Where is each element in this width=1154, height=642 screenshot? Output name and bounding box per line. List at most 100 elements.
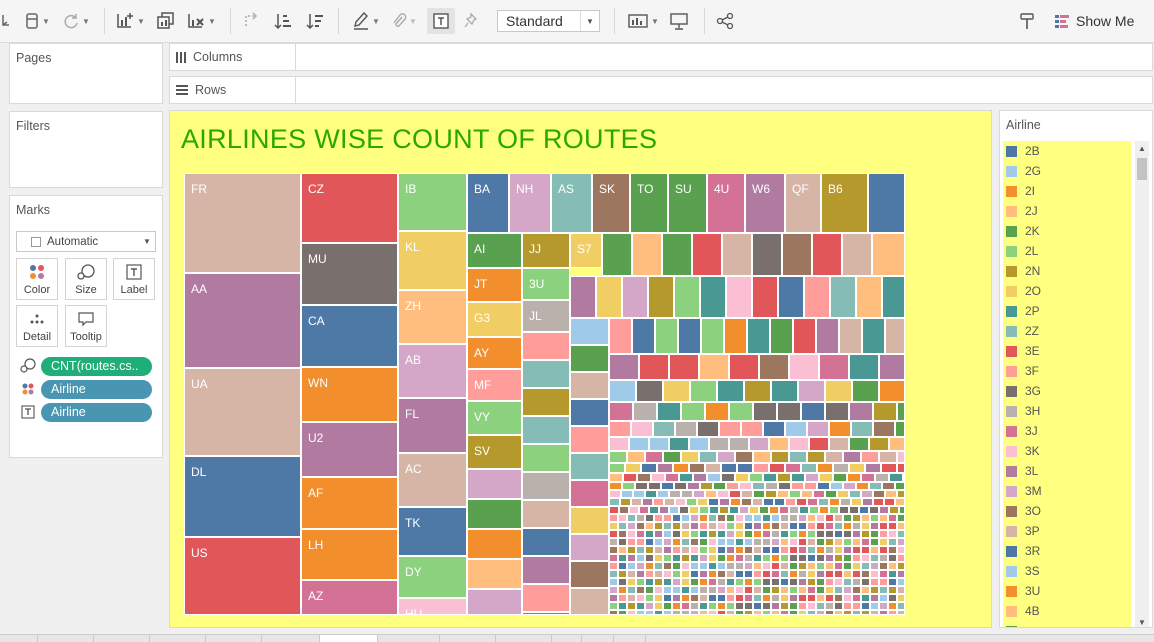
treemap-tile[interactable]	[663, 578, 672, 586]
treemap-tile[interactable]: S7	[570, 233, 602, 268]
treemap-tile[interactable]	[708, 514, 717, 522]
treemap-tile[interactable]	[849, 402, 873, 421]
treemap-tile[interactable]	[659, 506, 669, 514]
treemap-tile[interactable]	[759, 506, 769, 514]
treemap-tile[interactable]	[709, 506, 719, 514]
treemap-tile[interactable]	[888, 546, 897, 554]
treemap-tile[interactable]	[789, 437, 809, 451]
treemap-tile[interactable]	[681, 451, 699, 463]
treemap-tile[interactable]	[609, 451, 627, 463]
treemap-tile[interactable]	[816, 546, 825, 554]
treemap-tile[interactable]	[825, 546, 834, 554]
treemap-tile[interactable]	[753, 562, 762, 570]
treemap-tile[interactable]	[467, 529, 522, 559]
legend-item[interactable]: 2B	[1006, 142, 1040, 160]
treemap-tile[interactable]	[753, 594, 762, 602]
treemap-tile[interactable]	[801, 402, 825, 421]
treemap-tile[interactable]	[829, 421, 851, 437]
treemap-tile[interactable]	[851, 421, 873, 437]
treemap-tile[interactable]	[681, 530, 690, 538]
treemap-tile[interactable]	[622, 482, 635, 490]
treemap-tile[interactable]	[870, 610, 879, 615]
treemap-tile[interactable]	[735, 570, 744, 578]
treemap-tile[interactable]	[789, 522, 798, 530]
treemap-tile[interactable]	[834, 562, 843, 570]
treemap-tile[interactable]	[888, 522, 897, 530]
treemap-tile[interactable]	[825, 570, 834, 578]
treemap-tile[interactable]	[762, 610, 771, 615]
treemap-tile[interactable]: LH	[301, 529, 398, 580]
treemap-tile[interactable]	[744, 530, 753, 538]
label-button[interactable]: Label	[113, 258, 155, 300]
treemap-tile[interactable]	[789, 570, 798, 578]
treemap-tile[interactable]	[829, 437, 849, 451]
treemap-tile[interactable]	[672, 602, 681, 610]
treemap-tile[interactable]	[690, 578, 699, 586]
treemap-tile[interactable]: ZH	[398, 290, 467, 344]
treemap-tile[interactable]	[627, 546, 636, 554]
treemap-tile[interactable]	[771, 586, 780, 594]
treemap-tile[interactable]	[852, 554, 861, 562]
treemap-tile[interactable]: IB	[398, 173, 467, 231]
treemap-tile[interactable]	[870, 522, 879, 530]
treemap-tile[interactable]	[861, 514, 870, 522]
treemap-tile[interactable]	[870, 538, 879, 546]
treemap-tile[interactable]	[690, 530, 699, 538]
treemap-tile[interactable]	[570, 453, 609, 480]
treemap-tile[interactable]	[663, 610, 672, 615]
treemap-tile[interactable]	[771, 578, 780, 586]
treemap-tile[interactable]	[654, 530, 663, 538]
treemap-tile[interactable]	[618, 586, 627, 594]
treemap-tile[interactable]	[888, 530, 897, 538]
treemap-tile[interactable]	[762, 594, 771, 602]
treemap-tile[interactable]	[861, 578, 870, 586]
treemap-tile[interactable]	[690, 514, 699, 522]
treemap-tile[interactable]	[648, 276, 674, 318]
treemap-tile[interactable]	[692, 233, 722, 276]
treemap-tile[interactable]: AA	[184, 273, 301, 368]
treemap-tile[interactable]	[818, 498, 829, 506]
treemap-tile[interactable]	[689, 437, 709, 451]
treemap-tile[interactable]	[762, 538, 771, 546]
treemap-tile[interactable]	[789, 538, 798, 546]
treemap-tile[interactable]	[777, 402, 801, 421]
treemap-tile[interactable]: JJ	[522, 233, 570, 268]
treemap-tile[interactable]	[717, 562, 726, 570]
treemap-tile[interactable]	[744, 610, 753, 615]
treemap-tile[interactable]	[609, 538, 618, 546]
treemap-tile[interactable]	[699, 451, 717, 463]
treemap-tile[interactable]	[699, 546, 708, 554]
treemap-tile[interactable]: AF	[301, 477, 398, 529]
treemap-tile[interactable]	[834, 538, 843, 546]
treemap-tile[interactable]	[774, 498, 785, 506]
treemap-tile[interactable]	[753, 402, 777, 421]
treemap-tile[interactable]	[834, 578, 843, 586]
treemap-tile[interactable]	[873, 490, 885, 498]
treemap-tile[interactable]: SK	[592, 173, 630, 233]
treemap-tile[interactable]	[813, 490, 825, 498]
treemap-tile[interactable]	[681, 554, 690, 562]
treemap-tile[interactable]	[645, 554, 654, 562]
treemap-tile[interactable]	[663, 530, 672, 538]
treemap-tile[interactable]	[657, 402, 681, 421]
treemap-tile[interactable]	[763, 473, 777, 482]
treemap-tile[interactable]	[861, 586, 870, 594]
treemap-tile[interactable]	[663, 562, 672, 570]
treemap-tile[interactable]	[636, 578, 645, 586]
treemap-tile[interactable]	[672, 538, 681, 546]
treemap-tile[interactable]	[873, 421, 895, 437]
treemap-tile[interactable]	[771, 554, 780, 562]
treemap-tile[interactable]	[870, 514, 879, 522]
treemap-tile[interactable]	[879, 586, 888, 594]
treemap-tile[interactable]	[735, 546, 744, 554]
treemap-tile[interactable]	[627, 451, 645, 463]
treemap-tile[interactable]: 4U	[707, 173, 745, 233]
treemap-tile[interactable]	[798, 602, 807, 610]
treemap-tile[interactable]	[879, 538, 888, 546]
treemap-tile[interactable]	[744, 570, 753, 578]
treemap-tile[interactable]	[839, 318, 862, 354]
treemap-tile[interactable]	[721, 473, 735, 482]
treemap-tile[interactable]	[879, 514, 888, 522]
treemap-tile[interactable]	[570, 372, 609, 399]
legend-item[interactable]: 2G	[1006, 162, 1041, 180]
